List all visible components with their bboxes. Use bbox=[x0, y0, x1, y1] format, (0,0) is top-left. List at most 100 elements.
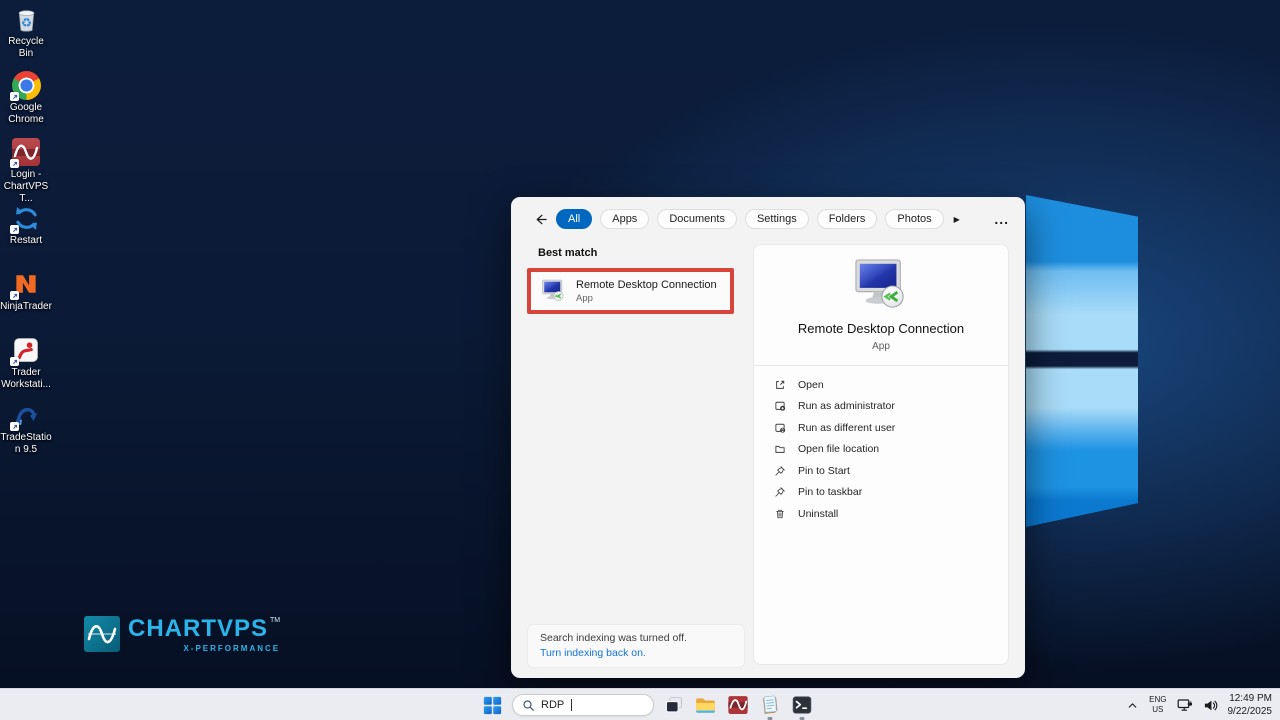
recycle-bin-icon: ♻ bbox=[11, 4, 41, 34]
action-label: Uninstall bbox=[798, 508, 838, 520]
chartvps-logo-icon bbox=[84, 616, 120, 652]
icon-label: TradeStation 9.5 bbox=[0, 432, 52, 456]
chrome-icon bbox=[11, 70, 41, 100]
search-indexing-notice: Search indexing was turned off. Turn ind… bbox=[527, 624, 745, 668]
notepad-app-button[interactable] bbox=[757, 693, 782, 718]
run-admin-icon bbox=[774, 400, 786, 412]
indexing-message: Search indexing was turned off. bbox=[540, 632, 732, 644]
shortcut-arrow-icon bbox=[10, 422, 19, 431]
icon-label: Trader Workstati... bbox=[0, 367, 52, 391]
desktop-icon-google-chrome[interactable]: Google Chrome bbox=[0, 70, 52, 126]
search-filter-tabs: All Apps Documents Settings Folders Phot… bbox=[511, 209, 1025, 229]
watermark-tm: TM bbox=[270, 617, 280, 624]
restart-icon bbox=[11, 203, 41, 233]
action-label: Open file location bbox=[798, 443, 879, 455]
run-user-icon bbox=[774, 422, 786, 434]
shortcut-arrow-icon bbox=[10, 92, 19, 101]
desktop-icon-ninjatrader[interactable]: NinjaTrader bbox=[0, 269, 52, 313]
tab-folders[interactable]: Folders bbox=[817, 209, 878, 229]
action-run-as-administrator[interactable]: Run as administrator bbox=[774, 396, 1008, 418]
file-explorer-button[interactable] bbox=[693, 693, 718, 718]
more-tabs-icon[interactable]: ▶ bbox=[954, 215, 960, 224]
desktop-icon-recycle-bin[interactable]: ♻ Recycle Bin bbox=[0, 4, 52, 60]
chartvps-watermark: CHARTVPS TM X-PERFORMANCE bbox=[84, 616, 280, 653]
wallpaper-window-logo bbox=[1026, 195, 1138, 527]
action-label: Run as administrator bbox=[798, 400, 895, 412]
notepad-icon bbox=[757, 693, 781, 717]
ninjatrader-icon bbox=[11, 269, 41, 299]
icon-label: Restart bbox=[10, 235, 42, 247]
search-query-text: RDP bbox=[541, 699, 564, 711]
desktop-icon-restart[interactable]: Restart bbox=[0, 203, 52, 247]
tab-all[interactable]: All bbox=[556, 209, 592, 229]
tab-settings[interactable]: Settings bbox=[745, 209, 809, 229]
divider bbox=[754, 365, 1008, 366]
network-icon[interactable] bbox=[1177, 697, 1193, 713]
result-details-card: Remote Desktop Connection App Open R bbox=[753, 244, 1009, 665]
best-match-result[interactable]: Remote Desktop Connection App bbox=[527, 268, 734, 314]
trader-workstation-icon bbox=[11, 335, 41, 365]
rdp-app-icon bbox=[540, 279, 567, 303]
pin-icon bbox=[774, 486, 786, 498]
overflow-menu-icon[interactable]: ... bbox=[994, 211, 1009, 227]
action-open-file-location[interactable]: Open file location bbox=[774, 439, 1008, 461]
action-run-as-different-user[interactable]: Run as different user bbox=[774, 417, 1008, 439]
chartvps-app-icon bbox=[727, 694, 749, 716]
file-explorer-icon bbox=[694, 694, 717, 717]
icon-label: Login - ChartVPS T... bbox=[0, 169, 52, 204]
best-match-title: Remote Desktop Connection bbox=[576, 279, 717, 291]
volume-icon[interactable] bbox=[1203, 698, 1218, 713]
details-subtitle: App bbox=[754, 341, 1008, 352]
svg-text:♻: ♻ bbox=[20, 15, 31, 29]
desktop-screen: ♻ Recycle Bin Google Chrome bbox=[0, 0, 1280, 720]
open-icon bbox=[774, 379, 786, 391]
rdp-app-icon-large bbox=[754, 258, 1008, 312]
taskbar: RDP bbox=[0, 688, 1280, 720]
shortcut-arrow-icon bbox=[10, 291, 19, 300]
indexing-link[interactable]: Turn indexing back on. bbox=[540, 647, 732, 659]
action-open[interactable]: Open bbox=[774, 374, 1008, 396]
tab-documents[interactable]: Documents bbox=[657, 209, 737, 229]
taskbar-clock[interactable]: 12:49 PM 9/22/2025 bbox=[1228, 692, 1273, 718]
icon-label: NinjaTrader bbox=[0, 301, 52, 313]
watermark-brand: CHARTVPS bbox=[128, 616, 268, 642]
hidden-icons-chevron-icon[interactable] bbox=[1126, 699, 1139, 712]
best-match-heading: Best match bbox=[538, 247, 597, 259]
details-title: Remote Desktop Connection bbox=[754, 321, 1008, 336]
clock-time: 12:49 PM bbox=[1228, 692, 1273, 705]
chartvps-app-button[interactable] bbox=[725, 693, 750, 718]
task-view-icon bbox=[663, 694, 685, 716]
action-label: Run as different user bbox=[798, 422, 895, 434]
action-uninstall[interactable]: Uninstall bbox=[774, 503, 1008, 525]
desktop-icon-tradestation[interactable]: TradeStation 9.5 bbox=[0, 400, 52, 456]
action-label: Pin to taskbar bbox=[798, 486, 862, 498]
taskbar-search-input[interactable]: RDP bbox=[512, 694, 654, 716]
watermark-tagline: X-PERFORMANCE bbox=[183, 644, 280, 653]
terminal-app-button[interactable] bbox=[789, 693, 814, 718]
best-match-subtitle: App bbox=[576, 293, 717, 304]
back-icon[interactable] bbox=[533, 212, 548, 227]
shortcut-arrow-icon bbox=[10, 159, 19, 168]
tradestation-icon bbox=[11, 400, 41, 430]
task-view-button[interactable] bbox=[661, 693, 686, 718]
search-flyout: All Apps Documents Settings Folders Phot… bbox=[511, 197, 1025, 678]
start-button[interactable] bbox=[480, 693, 505, 718]
icon-label: Recycle Bin bbox=[0, 36, 52, 60]
terminal-icon bbox=[791, 694, 813, 716]
trash-icon bbox=[774, 508, 786, 520]
language-indicator[interactable]: ENG US bbox=[1149, 695, 1166, 714]
clock-date: 9/22/2025 bbox=[1228, 705, 1273, 718]
desktop-icon-trader-workstation[interactable]: Trader Workstati... bbox=[0, 335, 52, 391]
tab-apps[interactable]: Apps bbox=[600, 209, 649, 229]
tab-photos[interactable]: Photos bbox=[885, 209, 943, 229]
icon-label: Google Chrome bbox=[0, 102, 52, 126]
system-tray: ENG US 12:49 PM 9/22/2025 bbox=[1126, 689, 1272, 720]
action-pin-to-taskbar[interactable]: Pin to taskbar bbox=[774, 482, 1008, 504]
shortcut-arrow-icon bbox=[10, 225, 19, 234]
desktop-icon-chartvps-login[interactable]: Login - ChartVPS T... bbox=[0, 137, 52, 204]
shortcut-arrow-icon bbox=[10, 357, 19, 366]
folder-icon bbox=[774, 443, 786, 455]
action-pin-to-start[interactable]: Pin to Start bbox=[774, 460, 1008, 482]
text-caret bbox=[571, 699, 572, 711]
action-list: Open Run as administrator bbox=[754, 374, 1008, 525]
